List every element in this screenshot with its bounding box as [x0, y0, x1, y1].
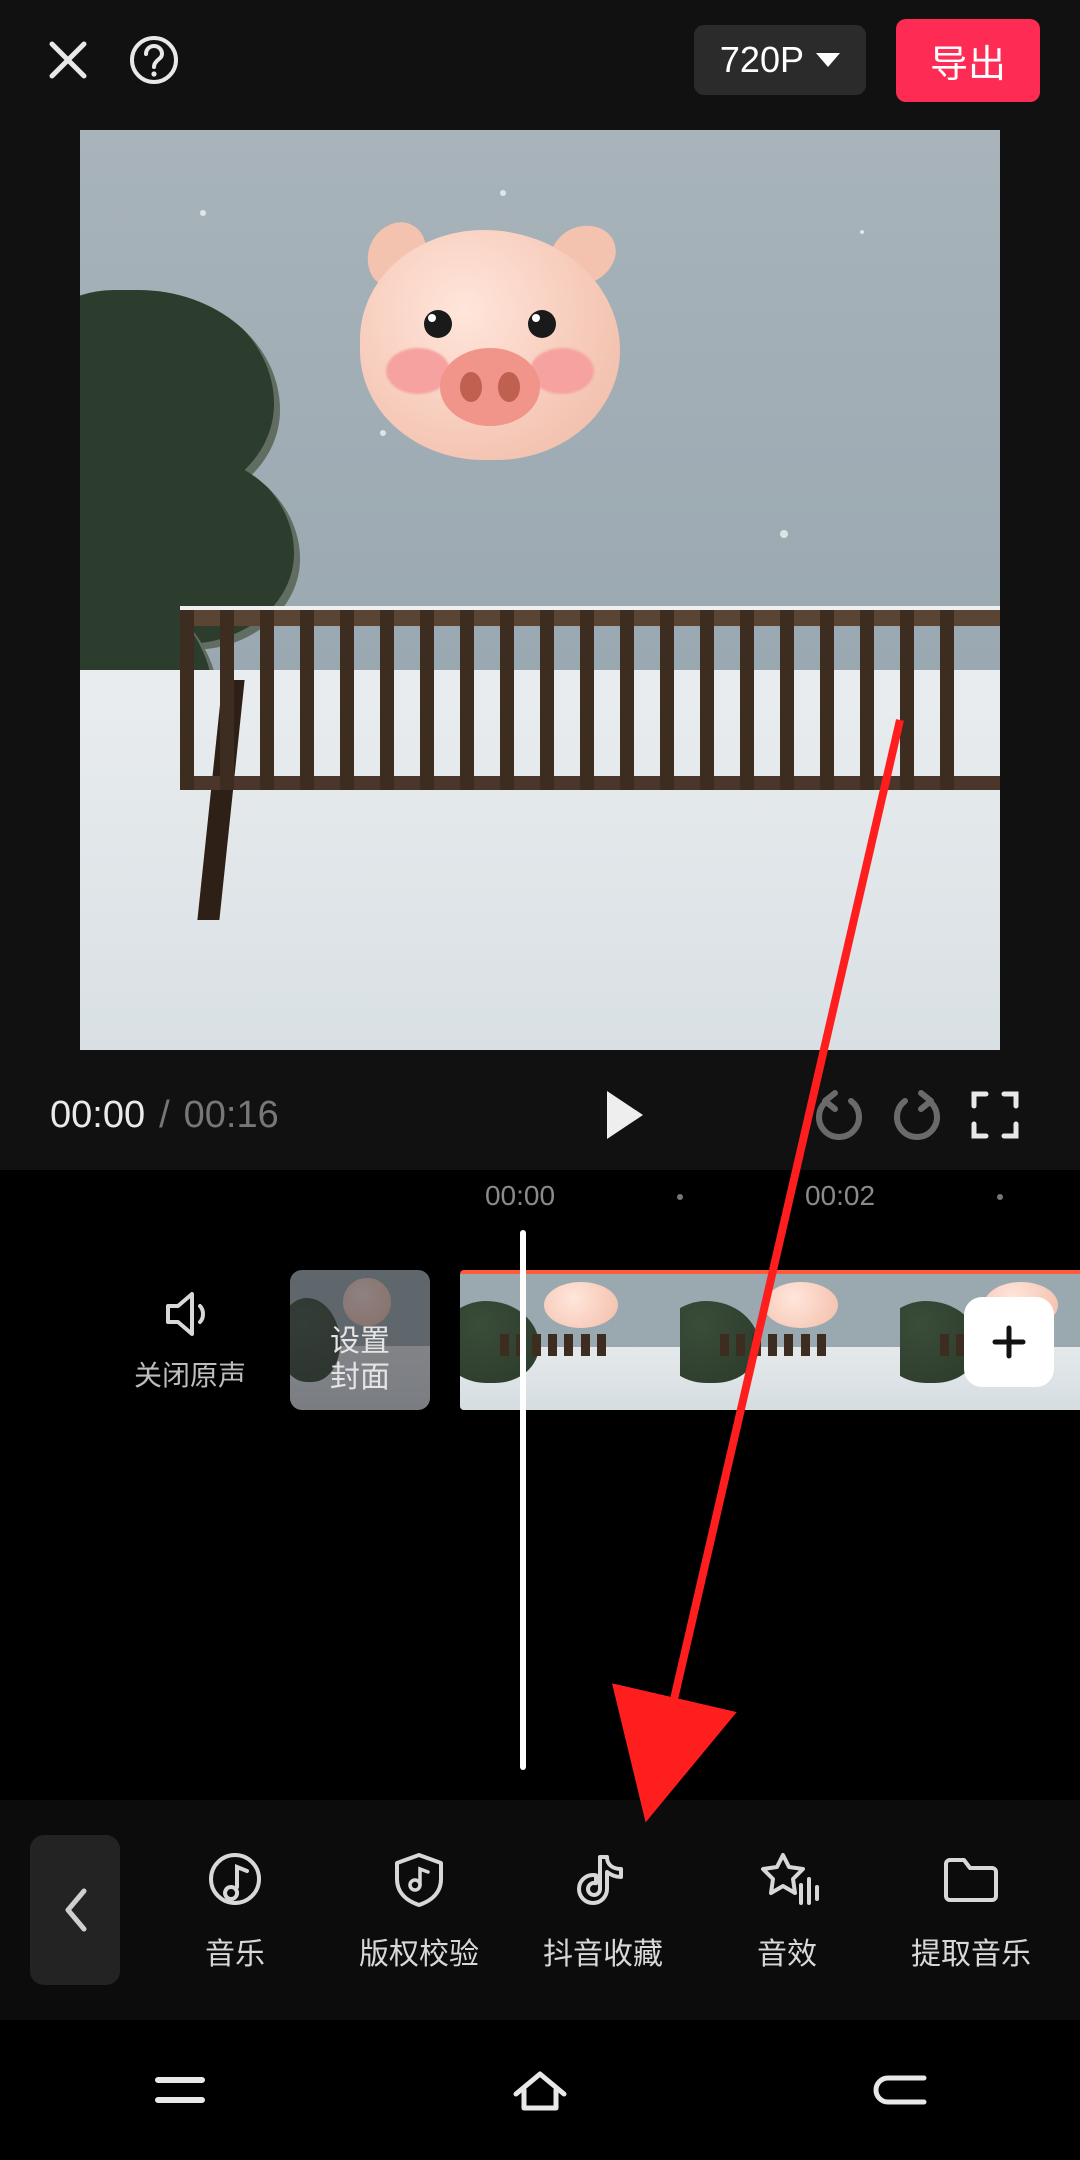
tool-copyright-verify[interactable]: 版权校验 [330, 1847, 508, 1973]
pig-sticker[interactable] [360, 230, 620, 460]
video-preview[interactable] [80, 130, 1000, 1050]
timeline-area[interactable]: 00:00 00:02 关闭原声 设置 封面 [0, 1170, 1080, 1800]
sys-home-button[interactable] [460, 2058, 620, 2122]
export-button[interactable]: 导出 [896, 19, 1040, 102]
back-icon [868, 2070, 932, 2110]
tool-extract-music[interactable]: 提取音乐 [882, 1847, 1060, 1973]
mute-label: 关闭原声 [134, 1354, 246, 1394]
help-button[interactable] [126, 32, 182, 88]
undo-button[interactable] [804, 1080, 874, 1150]
time-ruler: 00:00 00:02 [0, 1180, 1080, 1230]
bottom-toolbar: 音乐 版权校验 抖音收藏 音效 提取音乐 [0, 1800, 1080, 2020]
tool-music[interactable]: 音乐 [146, 1847, 324, 1973]
video-clip[interactable] [460, 1270, 1080, 1410]
toolbar-back-button[interactable] [30, 1835, 120, 1985]
total-time: 00:16 [184, 1094, 279, 1137]
add-clip-button[interactable] [964, 1297, 1054, 1387]
tool-douyin-favorites[interactable]: 抖音收藏 [514, 1847, 692, 1973]
set-cover-button[interactable]: 设置 封面 [290, 1270, 430, 1410]
menu-icon [150, 2070, 210, 2110]
chevron-left-icon [58, 1885, 92, 1935]
ruler-tick: 00:02 [805, 1180, 875, 1212]
deck-graphic [180, 610, 1000, 790]
star-bars-icon [755, 1847, 819, 1911]
resolution-selector[interactable]: 720P [694, 25, 866, 95]
plus-icon [989, 1322, 1029, 1362]
playhead[interactable] [520, 1230, 526, 1770]
current-time: 00:00 [50, 1094, 145, 1137]
douyin-icon [571, 1847, 635, 1911]
play-icon [607, 1091, 643, 1139]
mute-original-button[interactable]: 关闭原声 [120, 1286, 260, 1394]
time-separator: / [153, 1094, 176, 1137]
ruler-tick: 00:00 [485, 1180, 555, 1212]
resolution-label: 720P [720, 39, 804, 81]
shield-music-icon [387, 1847, 451, 1911]
speaker-icon [162, 1286, 218, 1342]
tool-sound-effects[interactable]: 音效 [698, 1847, 876, 1973]
close-button[interactable] [40, 32, 96, 88]
folder-icon [939, 1847, 1003, 1911]
sys-back-button[interactable] [820, 2058, 980, 2122]
music-disc-icon [203, 1847, 267, 1911]
chevron-down-icon [816, 53, 840, 67]
redo-button[interactable] [882, 1080, 952, 1150]
sys-menu-button[interactable] [100, 2058, 260, 2122]
home-icon [508, 2066, 572, 2114]
fullscreen-button[interactable] [960, 1080, 1030, 1150]
system-nav-bar [0, 2020, 1080, 2160]
play-button[interactable] [586, 1080, 656, 1150]
